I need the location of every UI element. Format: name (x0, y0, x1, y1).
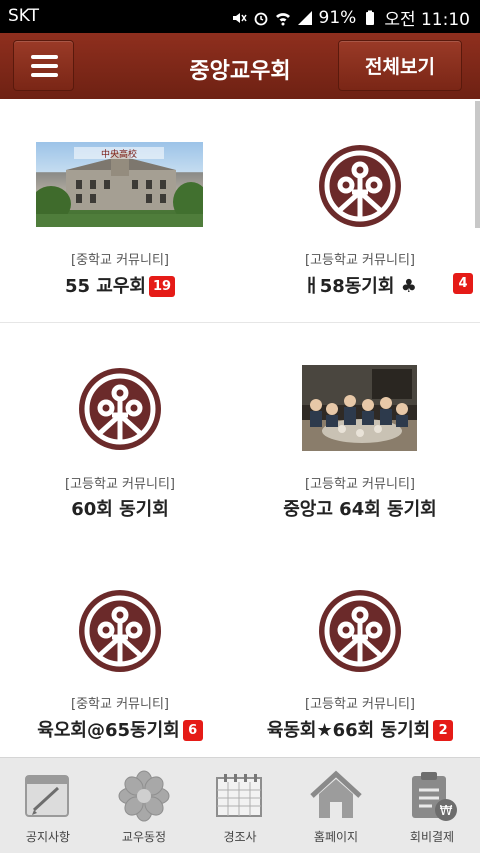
carrier-label: SKT (8, 6, 40, 26)
scrollbar[interactable] (475, 101, 480, 228)
hamburger-icon (31, 55, 58, 77)
nav-homepage[interactable]: 홈페이지 (288, 758, 384, 853)
view-all-button[interactable]: 전체보기 (338, 40, 462, 91)
community-card[interactable]: [고등학교 커뮤니티] ㅐ58동기회 ♣ 4 (240, 99, 480, 321)
community-category: [중학교 커뮤니티] (71, 697, 169, 712)
nav-notice[interactable]: 공지사항 (0, 758, 96, 853)
alarm-icon (254, 12, 267, 25)
new-post-badge: 6 (182, 720, 203, 741)
community-name: 중앙고 64회 동기회 (283, 499, 437, 520)
wifi-icon (275, 12, 290, 25)
battery-icon (366, 10, 375, 25)
group-dinner-photo (302, 365, 417, 451)
community-card[interactable]: 中央高校 [중학교 커뮤니티] 55 교우회 19 (0, 99, 240, 321)
nav-events[interactable]: 경조사 (192, 758, 288, 853)
flower-icon (118, 770, 170, 822)
school-emblem-icon (319, 590, 401, 672)
school-building-photo: 中央高校 (36, 142, 203, 227)
nav-alumni-news[interactable]: 교우동정 (96, 758, 192, 853)
community-name: ㅐ58동기회 ♣ (303, 276, 417, 297)
mute-icon (232, 12, 247, 23)
community-category: [중학교 커뮤니티] (71, 253, 169, 268)
community-card[interactable]: [고등학교 커뮤니티] 60회 동기회 (0, 323, 240, 543)
nav-label: 홈페이지 (313, 830, 359, 844)
school-emblem-icon (79, 368, 161, 450)
community-name: 60회 동기회 (71, 499, 169, 520)
svg-text:₩: ₩ (440, 804, 453, 819)
bottom-navigation: 공지사항 교우동정 경조사 홈페이지 ₩ 회비결제 (0, 757, 480, 853)
payment-clipboard-icon: ₩ (412, 772, 457, 821)
page-title: 중앙교우회 (189, 59, 291, 84)
new-post-badge: 2 (433, 720, 454, 741)
home-icon (310, 770, 362, 818)
new-post-badge: 19 (148, 276, 176, 297)
status-bar: SKT 91% 오전 11:10 (0, 0, 480, 33)
community-name: 육동회★66회 동기회 (266, 720, 431, 741)
school-emblem-icon (79, 590, 161, 672)
nav-label: 공지사항 (25, 830, 71, 844)
signal-icon (297, 10, 312, 25)
school-emblem-icon (319, 145, 401, 227)
new-post-badge: 4 (453, 273, 473, 294)
community-category: [고등학교 커뮤니티] (305, 697, 415, 712)
nav-label: 경조사 (223, 830, 257, 844)
app-header: 중앙교우회 전체보기 (0, 33, 480, 99)
community-card[interactable]: [중학교 커뮤니티] 육오회@65동기회 6 (0, 543, 240, 757)
community-grid: 中央高校 [중학교 커뮤니티] 55 교우회 19 [고등학교 커뮤니티] ㅐ58… (0, 99, 480, 757)
calendar-icon (216, 774, 262, 817)
community-name: 육오회@65동기회 (37, 720, 180, 741)
menu-button[interactable] (13, 40, 74, 91)
community-category: [고등학교 커뮤니티] (305, 477, 415, 492)
community-name: 55 교우회 (64, 276, 146, 297)
community-category: [고등학교 커뮤니티] (305, 253, 415, 268)
nav-payment[interactable]: ₩ 회비결제 (384, 758, 480, 853)
community-category: [고등학교 커뮤니티] (65, 477, 175, 492)
nav-label: 회비결제 (409, 830, 455, 844)
notepad-icon (25, 775, 69, 817)
clock: 오전 11:10 (384, 10, 470, 30)
community-card[interactable]: [고등학교 커뮤니티] 중앙고 64회 동기회 (240, 323, 480, 543)
battery-percent: 91% (318, 7, 357, 28)
nav-label: 교우동정 (121, 830, 167, 844)
svg-text:中央高校: 中央高校 (101, 148, 137, 160)
community-card[interactable]: [고등학교 커뮤니티] 육동회★66회 동기회 2 (240, 543, 480, 757)
